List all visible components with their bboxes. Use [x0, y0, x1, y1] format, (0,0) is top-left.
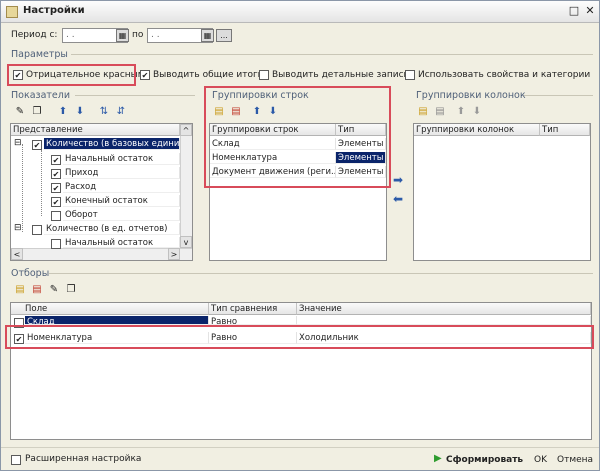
details-checkbox[interactable] — [259, 70, 269, 80]
tree-row[interactable]: Количество (в ед. отчетов) — [44, 223, 180, 235]
col-groups-col1-header: Группировки колонок — [414, 124, 540, 136]
move-down-icon[interactable]: ⬇ — [470, 105, 484, 119]
filter-cmp[interactable]: Равно — [209, 316, 297, 325]
move-right-icon[interactable]: ➡ — [393, 174, 409, 186]
filters-col3-header: Значение — [297, 303, 591, 315]
indicators-section-title: Показатели — [11, 90, 71, 101]
cancel-button[interactable]: Отмена — [557, 453, 593, 467]
col-groups-col2-header: Тип — [540, 124, 590, 136]
divider — [75, 95, 195, 96]
move-down-icon[interactable]: ⬇ — [73, 105, 87, 119]
row-checkbox[interactable]: ✔ — [51, 183, 61, 193]
row-checkbox[interactable]: ✔ — [32, 140, 42, 150]
move-up-icon[interactable]: ⬆ — [56, 105, 70, 119]
highlight-box — [5, 325, 594, 349]
col-groups-section-title: Группировки колонок — [416, 90, 526, 101]
row-checkbox[interactable]: ✔ — [51, 169, 61, 179]
highlight-box — [7, 64, 136, 86]
indicators-tree[interactable]: Представление ^ v < > ⊟ ✔ Количество (в … — [10, 123, 193, 261]
tree-line — [41, 150, 42, 216]
tree-row[interactable]: Начальный остаток — [63, 153, 180, 165]
horizontal-scrollbar[interactable]: < > — [11, 248, 192, 260]
tree-row[interactable]: Оборот — [63, 209, 180, 221]
collapse-icon[interactable]: ⊟ — [14, 138, 22, 148]
filters-section-title: Отборы — [11, 268, 50, 279]
filter-field[interactable]: Склад — [25, 316, 209, 325]
settings-window: Настройки □ ✕ Период с: . . ▦ по . . ▦ .… — [0, 0, 600, 471]
params-section-title: Параметры — [11, 49, 68, 60]
scroll-left-icon[interactable]: < — [11, 248, 23, 260]
row-checkbox[interactable] — [51, 239, 61, 249]
delete-icon[interactable]: ▤ — [30, 283, 44, 297]
vertical-scrollbar[interactable]: ^ v — [180, 124, 192, 248]
scroll-right-icon[interactable]: > — [168, 248, 180, 260]
sort-asc-icon[interactable]: ⇅ — [97, 105, 111, 119]
totals-checkbox[interactable]: ✔ — [140, 70, 150, 80]
scroll-down-icon[interactable]: v — [180, 236, 192, 248]
title-bar: Настройки □ ✕ — [1, 1, 599, 23]
add-icon[interactable]: ▤ — [416, 105, 430, 119]
divider — [49, 273, 593, 274]
window-icon — [6, 6, 18, 18]
period-to-label: по — [132, 30, 144, 40]
calendar-icon[interactable]: ▦ — [201, 29, 214, 42]
row-checkbox[interactable] — [51, 211, 61, 221]
tree-line — [22, 144, 23, 232]
collapse-icon[interactable]: ⊟ — [14, 223, 22, 233]
ok-button[interactable]: OK — [534, 453, 547, 467]
tree-row[interactable]: Начальный остаток — [63, 237, 180, 248]
close-button[interactable]: ✕ — [583, 4, 597, 17]
tree-row[interactable]: Приход — [63, 167, 180, 179]
highlight-box — [204, 86, 391, 188]
divider — [71, 54, 593, 55]
period-from-label: Период с: — [11, 30, 58, 40]
totals-label: Выводить общие итоги — [153, 70, 264, 80]
sort-desc-icon[interactable]: ⇵ — [114, 105, 128, 119]
filter-value[interactable] — [297, 316, 591, 325]
tree-row[interactable]: Расход — [63, 181, 180, 193]
restore-button[interactable]: □ — [567, 4, 581, 17]
filters-table[interactable]: Поле Тип сравнения Значение Склад Равно … — [10, 302, 592, 440]
edit-icon[interactable]: ✎ — [47, 283, 61, 297]
filters-col1-header: Поле — [11, 303, 209, 315]
row-checkbox[interactable]: ✔ — [51, 197, 61, 207]
indicators-header: Представление — [11, 124, 180, 136]
row-checkbox[interactable]: ✔ — [51, 155, 61, 165]
edit-icon[interactable]: ✎ — [13, 105, 27, 119]
tree-row[interactable]: Конечный остаток — [63, 195, 180, 207]
copy-icon[interactable]: ❐ — [64, 283, 78, 297]
calendar-icon[interactable]: ▦ — [116, 29, 129, 42]
ext-settings-label: Расширенная настройка — [25, 454, 142, 464]
window-title: Настройки — [23, 5, 85, 16]
move-up-icon[interactable]: ⬆ — [454, 105, 468, 119]
tree-row[interactable]: Количество (в базовых единиц — [44, 138, 180, 150]
copy-icon[interactable]: ❐ — [30, 105, 44, 119]
divider — [524, 95, 593, 96]
delete-icon[interactable]: ▤ — [433, 105, 447, 119]
move-left-icon[interactable]: ⬅ — [393, 193, 409, 205]
generate-button[interactable]: Сформировать — [446, 453, 523, 467]
details-label: Выводить детальные записи — [272, 70, 410, 80]
props-label: Использовать свойства и категории — [418, 70, 591, 80]
row-checkbox[interactable] — [32, 225, 42, 235]
col-groups-table[interactable]: Группировки колонок Тип — [413, 123, 591, 261]
props-checkbox[interactable] — [405, 70, 415, 80]
ext-settings-checkbox[interactable] — [11, 455, 21, 465]
footer-bar: Расширенная настройка ▶ Сформировать OK … — [1, 447, 599, 471]
filters-col2-header: Тип сравнения — [209, 303, 297, 315]
add-icon[interactable]: ▤ — [13, 283, 27, 297]
scroll-up-icon[interactable]: ^ — [180, 124, 192, 136]
period-select-button[interactable]: ... — [216, 29, 232, 42]
run-icon: ▶ — [434, 453, 442, 464]
